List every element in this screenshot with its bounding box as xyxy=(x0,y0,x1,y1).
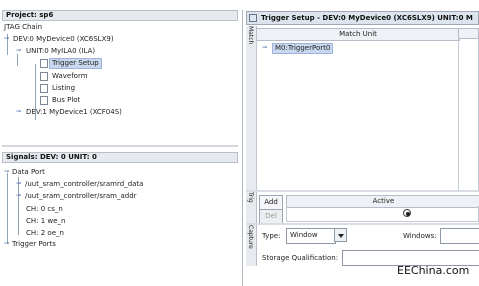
capture-tab-label: Capture xyxy=(247,225,254,249)
panel-divider[interactable] xyxy=(2,145,238,147)
match-row-key-icon[interactable]: ⊸ xyxy=(262,44,267,52)
expand-key-icon[interactable]: ⊸ xyxy=(16,192,21,200)
trig-tab-label: Trig xyxy=(247,192,254,203)
match-row-m0[interactable]: M0:TriggerPort0 xyxy=(272,43,334,54)
signals-panel-title: Signals: DEV: 0 UNIT: 0 xyxy=(2,152,238,163)
jtag-chain-node[interactable]: JTAG Chain xyxy=(4,23,42,32)
type-select[interactable]: Window xyxy=(286,228,336,244)
chevron-down-icon xyxy=(338,234,344,238)
device0-node[interactable]: DEV:0 MyDevice0 (XC6SLX9) xyxy=(13,35,114,44)
document-icon xyxy=(40,59,48,68)
document-icon xyxy=(40,96,48,105)
unit0-node[interactable]: UNIT:0 MyILA0 (ILA) xyxy=(26,47,95,56)
add-button[interactable]: Add xyxy=(259,195,283,210)
project-tree: JTAG Chain ⊸ DEV:0 MyDevice0 (XC6SLX9) ⊸… xyxy=(2,21,238,145)
storage-qualification-label: Storage Qualification: xyxy=(262,254,339,262)
bus-plot-node[interactable]: Bus Plot xyxy=(52,96,80,105)
trigger-ports-node[interactable]: Trigger Ports xyxy=(12,240,56,249)
type-label: Type: xyxy=(262,232,281,240)
project-panel-title: Project: sp6 xyxy=(2,10,238,21)
windows-input[interactable] xyxy=(440,228,479,244)
expand-key-icon[interactable]: ⊸ xyxy=(4,168,9,176)
expand-key-icon[interactable]: ⊸ xyxy=(4,35,9,43)
match-trig-divider[interactable] xyxy=(246,190,479,192)
collapsed-key-icon[interactable]: ⊸ xyxy=(16,108,21,116)
listing-node[interactable]: Listing xyxy=(52,84,75,93)
match-column-divider xyxy=(458,39,459,190)
data-port-node[interactable]: Data Port xyxy=(12,168,45,177)
trig-capture-divider[interactable] xyxy=(246,223,479,225)
document-icon xyxy=(40,84,48,93)
windows-label: Windows: xyxy=(403,232,437,240)
signals-tree: ⊸ Data Port ⊸ /uut_sram_controller/sramr… xyxy=(2,163,238,286)
type-select-value: Window xyxy=(290,231,318,239)
channel-oe-n[interactable]: CH: 2 oe_n xyxy=(26,229,64,238)
watermark-text: EEChina.com xyxy=(397,264,470,277)
match-tab-label: Match xyxy=(247,26,254,45)
expand-key-icon[interactable]: ⊸ xyxy=(16,47,21,55)
trigger-setup-window-title: Trigger Setup - DEV:0 MyDevice0 (XC6SLX9… xyxy=(246,11,479,25)
window-grid-icon xyxy=(249,14,257,22)
sram-addr-node[interactable]: /uut_sram_controller/sram_addr xyxy=(25,192,137,201)
match-unit-header-spacer xyxy=(458,28,479,39)
active-radio[interactable] xyxy=(403,209,411,217)
capture-side-tab[interactable]: Capture xyxy=(246,225,257,266)
match-unit-grid xyxy=(256,39,479,190)
active-row xyxy=(286,206,479,222)
document-icon xyxy=(40,72,48,81)
trigger-setup-node[interactable]: Trigger Setup xyxy=(49,58,102,69)
channel-cs-n[interactable]: CH: 0 cs_n xyxy=(26,205,63,214)
channel-we-n[interactable]: CH: 1 we_n xyxy=(26,217,65,226)
expand-key-icon[interactable]: ⊸ xyxy=(16,180,21,188)
del-button[interactable]: Del xyxy=(259,209,283,224)
device1-node[interactable]: DEV:1 MyDevice1 (XCF04S) xyxy=(26,108,122,117)
expand-key-icon[interactable]: ⊸ xyxy=(4,240,9,248)
trig-side-tab[interactable]: Trig xyxy=(246,192,257,224)
type-dropdown-button[interactable] xyxy=(334,228,347,242)
sramrd-data-node[interactable]: /uut_sram_controller/sramrd_data xyxy=(25,180,143,189)
waveform-node[interactable]: Waveform xyxy=(52,72,88,81)
